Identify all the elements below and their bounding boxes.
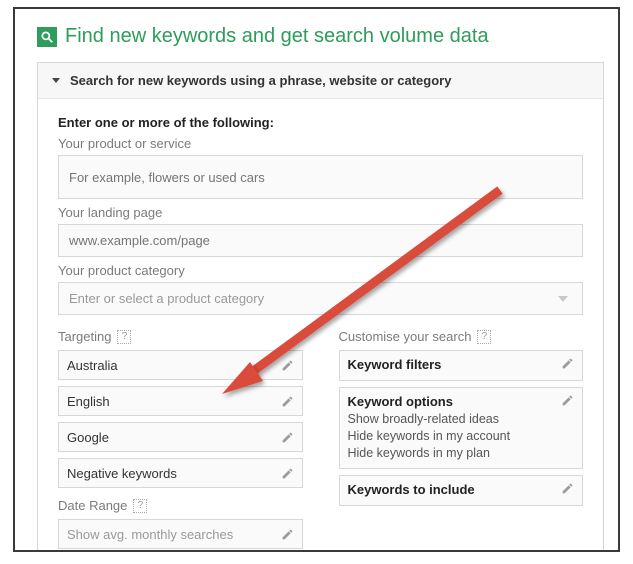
- help-icon[interactable]: ?: [477, 330, 491, 344]
- page-title-text: Find new keywords and get search volume …: [65, 25, 489, 48]
- help-icon[interactable]: ?: [117, 330, 131, 344]
- date-range-item[interactable]: Show avg. monthly searches: [58, 519, 303, 549]
- targeting-label: Targeting ?: [58, 329, 303, 344]
- product-label: Your product or service: [58, 136, 583, 151]
- panel-header[interactable]: Search for new keywords using a phrase, …: [38, 63, 603, 99]
- landing-label: Your landing page: [58, 205, 583, 220]
- pencil-icon: [561, 357, 574, 370]
- pencil-icon: [281, 528, 294, 541]
- pencil-icon: [281, 395, 294, 408]
- customise-label: Customise your search ?: [339, 329, 584, 344]
- targeting-network[interactable]: Google: [58, 422, 303, 452]
- landing-input[interactable]: [58, 224, 583, 257]
- pencil-icon: [281, 467, 294, 480]
- pencil-icon: [561, 394, 574, 407]
- help-icon[interactable]: ?: [133, 499, 147, 513]
- caret-down-icon: [52, 78, 60, 83]
- pencil-icon: [281, 359, 294, 372]
- chevron-down-icon: [558, 296, 568, 302]
- category-placeholder: Enter or select a product category: [69, 291, 264, 306]
- product-input[interactable]: [58, 155, 583, 199]
- panel-header-text: Search for new keywords using a phrase, …: [70, 73, 451, 88]
- targeting-language[interactable]: English: [58, 386, 303, 416]
- pencil-icon: [561, 482, 574, 495]
- category-label: Your product category: [58, 263, 583, 278]
- keyword-filters-card[interactable]: Keyword filters: [339, 350, 584, 381]
- targeting-negative-keywords[interactable]: Negative keywords: [58, 458, 303, 488]
- search-panel: Search for new keywords using a phrase, …: [37, 62, 604, 552]
- category-select[interactable]: Enter or select a product category: [58, 282, 583, 315]
- date-range-label: Date Range ?: [58, 498, 303, 513]
- targeting-location[interactable]: Australia: [58, 350, 303, 380]
- keyword-options-card[interactable]: Keyword options Show broadly-related ide…: [339, 387, 584, 469]
- search-icon: [37, 27, 57, 47]
- pencil-icon: [281, 431, 294, 444]
- keywords-to-include-card[interactable]: Keywords to include: [339, 475, 584, 506]
- lead-text: Enter one or more of the following:: [58, 115, 583, 130]
- page-title: Find new keywords and get search volume …: [37, 25, 604, 48]
